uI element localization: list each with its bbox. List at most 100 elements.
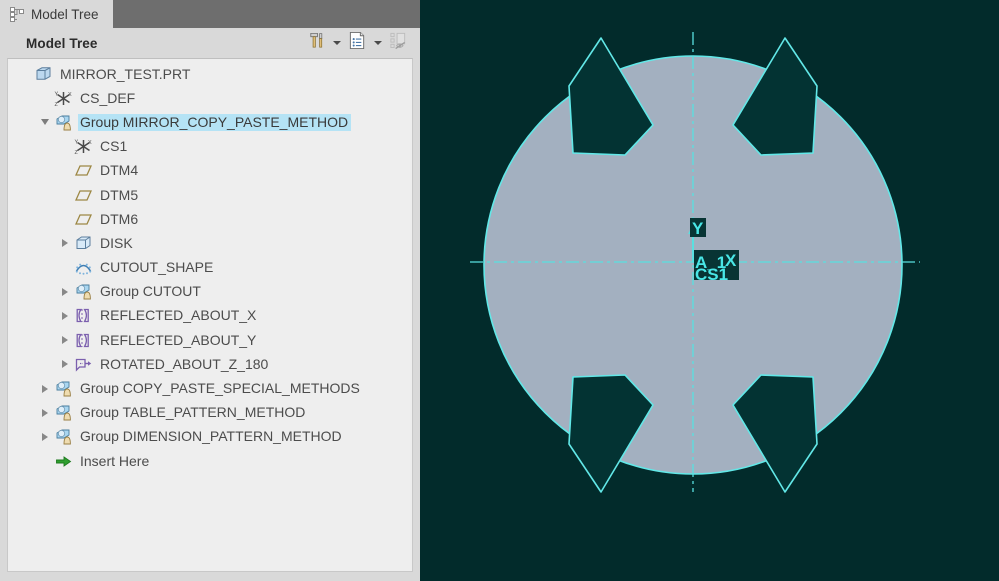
- csys-name-label: CS1: [695, 265, 728, 284]
- group-icon: [74, 282, 93, 301]
- tree-item-insert-here[interactable]: Insert Here: [8, 449, 412, 473]
- twisty-placeholder: [56, 256, 74, 280]
- tree-item-group-dimension-pattern-method[interactable]: Group DIMENSION_PATTERN_METHOD: [8, 425, 412, 449]
- expand-twisty-icon[interactable]: [56, 328, 74, 352]
- tree-item-group-table-pattern-method[interactable]: Group TABLE_PATTERN_METHOD: [8, 401, 412, 425]
- expand-twisty-icon[interactable]: [56, 304, 74, 328]
- tree-item-label: CUTOUT_SHAPE: [98, 259, 216, 276]
- twisty-placeholder: [16, 62, 34, 86]
- tree-item-label: REFLECTED_ABOUT_X: [98, 307, 259, 324]
- hide-tree-icon: [389, 31, 408, 55]
- tree-item-group-cutout[interactable]: Group CUTOUT: [8, 280, 412, 304]
- chevron-down-icon: [333, 41, 341, 45]
- svg-text:Y: Y: [75, 140, 79, 146]
- tree-item-label: DTM6: [98, 211, 141, 228]
- csys-y-label: Y: [692, 219, 704, 238]
- tree-scroll-container[interactable]: MIRROR_TEST.PRT YZXCS_DEF Group MIRROR_COP…: [0, 58, 420, 581]
- expand-twisty-icon[interactable]: [56, 280, 74, 304]
- expand-twisty-icon[interactable]: [36, 425, 54, 449]
- mirror-icon: [74, 331, 93, 350]
- panel-title: Model Tree: [26, 36, 98, 51]
- panel-header: Model Tree: [0, 28, 420, 58]
- tree-item-reflected-about-x[interactable]: REFLECTED_ABOUT_X: [8, 304, 412, 328]
- tree-item-label: Insert Here: [78, 453, 152, 470]
- tree-item-label: Group TABLE_PATTERN_METHOD: [78, 404, 308, 421]
- tree-item-label: DTM5: [98, 187, 141, 204]
- chevron-right-icon: [42, 433, 48, 441]
- tree-item-label: Group CUTOUT: [98, 283, 204, 300]
- twisty-placeholder: [56, 135, 74, 159]
- tree-item-label: MIRROR_TEST.PRT: [58, 66, 193, 83]
- svg-text:X: X: [68, 92, 72, 98]
- tree-item-label: Group COPY_PASTE_SPECIAL_METHODS: [78, 380, 363, 397]
- collapse-twisty-icon[interactable]: [36, 110, 54, 134]
- tree-item-rotated-about-z-180[interactable]: ROTATED_ABOUT_Z_180: [8, 352, 412, 376]
- twisty-placeholder: [56, 207, 74, 231]
- hide-tree-button[interactable]: [385, 31, 411, 55]
- twisty-placeholder: [56, 183, 74, 207]
- expand-twisty-icon[interactable]: [56, 352, 74, 376]
- panel-toolbar: [303, 31, 420, 55]
- tree-item-cs1[interactable]: YZX CS1: [8, 135, 412, 159]
- tree-item-dtm5[interactable]: DTM5: [8, 183, 412, 207]
- datum-plane-icon: [74, 210, 93, 229]
- svg-text:Y: Y: [55, 91, 59, 97]
- extrude-icon: [74, 234, 93, 253]
- tree-item-disk[interactable]: DISK: [8, 231, 412, 255]
- tree-item-label: DTM4: [98, 162, 141, 179]
- mirror-icon: [74, 306, 93, 325]
- tab-label: Model Tree: [31, 7, 99, 22]
- model-graphics: Y A_1 X CS1: [420, 0, 999, 581]
- creo-window: Model Tree Model Tree: [0, 0, 999, 581]
- settings-dropdown-button[interactable]: [329, 31, 344, 55]
- tree-item-label: DISK: [98, 235, 136, 252]
- twisty-placeholder: [36, 449, 54, 473]
- tree-item-label: Group MIRROR_COPY_PASTE_METHOD: [78, 114, 351, 131]
- tree-item-mirror-test-prt[interactable]: MIRROR_TEST.PRT: [8, 62, 412, 86]
- tree-item-dtm6[interactable]: DTM6: [8, 207, 412, 231]
- sketch-icon: [74, 258, 93, 277]
- tab-model-tree[interactable]: Model Tree: [0, 0, 113, 28]
- group-icon: [54, 379, 73, 398]
- move-rotate-icon: [74, 355, 93, 374]
- graphics-viewport[interactable]: Y A_1 X CS1: [420, 0, 999, 581]
- tree-item-reflected-about-y[interactable]: REFLECTED_ABOUT_Y: [8, 328, 412, 352]
- twisty-placeholder: [56, 159, 74, 183]
- datum-plane-icon: [74, 186, 93, 205]
- model-tree-panel: Model Tree Model Tree: [0, 0, 420, 581]
- tree-columns-dropdown-button[interactable]: [370, 31, 385, 55]
- tree-item-cs-def[interactable]: YZXCS_DEF: [8, 86, 412, 110]
- chevron-right-icon: [62, 239, 68, 247]
- chevron-right-icon: [62, 288, 68, 296]
- settings-tools-icon: [307, 31, 326, 55]
- tab-strip-empty-area: [113, 0, 420, 28]
- chevron-right-icon: [42, 385, 48, 393]
- tree-item-label: CS1: [98, 138, 130, 155]
- expand-twisty-icon[interactable]: [36, 401, 54, 425]
- chevron-right-icon: [62, 312, 68, 320]
- datum-plane-icon: [74, 161, 93, 180]
- expand-twisty-icon[interactable]: [56, 231, 74, 255]
- tree-item-cutout-shape[interactable]: CUTOUT_SHAPE: [8, 256, 412, 280]
- part-icon: [34, 65, 53, 84]
- insert-here-icon: [54, 452, 73, 471]
- tree-item-dtm4[interactable]: DTM4: [8, 159, 412, 183]
- group-icon: [54, 113, 73, 132]
- tree-item-group-mirror-copy-paste-method[interactable]: Group MIRROR_COPY_PASTE_METHOD: [8, 110, 412, 134]
- tree-item-group-copy-paste-special-methods[interactable]: Group COPY_PASTE_SPECIAL_METHODS: [8, 376, 412, 400]
- csys-icon: YZX: [74, 137, 93, 156]
- settings-tools-button[interactable]: [303, 31, 329, 55]
- chevron-right-icon: [62, 336, 68, 344]
- chevron-right-icon: [62, 360, 68, 368]
- tree-columns-button[interactable]: [344, 31, 370, 55]
- group-icon: [54, 403, 73, 422]
- group-icon: [54, 427, 73, 446]
- expand-twisty-icon[interactable]: [36, 377, 54, 401]
- chevron-right-icon: [42, 409, 48, 417]
- tree-columns-icon: [348, 31, 367, 55]
- csys-icon: YZX: [54, 89, 73, 108]
- twisty-placeholder: [36, 86, 54, 110]
- model-tree-list: MIRROR_TEST.PRT YZXCS_DEF Group MIRROR_COP…: [7, 58, 413, 572]
- tree-item-label: REFLECTED_ABOUT_Y: [98, 332, 259, 349]
- model-tree-icon: [10, 7, 25, 22]
